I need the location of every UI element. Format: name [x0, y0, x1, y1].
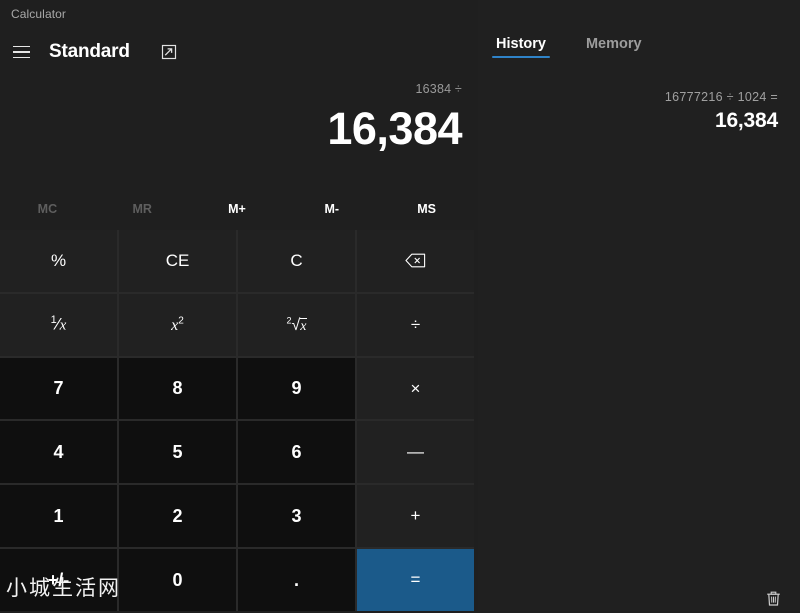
history-list: 16777216 ÷ 1024 = 16,384	[478, 84, 800, 146]
keypad: % CE C 1⁄x x2 2√x ÷ 7 8 9 × 4 5 6 — 1 2 …	[0, 230, 474, 611]
memory-add-button[interactable]: M+	[190, 192, 285, 226]
digit-6-button[interactable]: 6	[238, 421, 355, 484]
digit-9-label: 9	[291, 378, 302, 399]
backspace-icon	[405, 254, 426, 268]
display-expression: 16384 ÷	[415, 82, 462, 96]
digit-4-label: 4	[53, 441, 64, 462]
history-memory-tabs: History Memory	[478, 36, 800, 68]
square-button[interactable]: x2	[119, 293, 236, 356]
tab-history[interactable]: History	[492, 36, 550, 58]
negate-label: +/-	[47, 569, 70, 590]
multiply-button[interactable]: ×	[357, 357, 474, 420]
digit-0-label: 0	[172, 569, 183, 590]
history-item[interactable]: 16777216 ÷ 1024 = 16,384	[486, 84, 784, 146]
history-panel: History Memory 16777216 ÷ 1024 = 16,384	[478, 0, 800, 611]
digit-8-label: 8	[172, 378, 183, 399]
memory-recall-button[interactable]: MR	[95, 192, 190, 226]
negate-button[interactable]: +/-	[0, 549, 117, 611]
calculator-display: 16384 ÷ 16,384	[0, 72, 478, 182]
memory-subtract-button[interactable]: M-	[284, 192, 379, 226]
memory-clear-button[interactable]: MC	[0, 192, 95, 226]
digit-5-button[interactable]: 5	[119, 421, 236, 484]
digit-2-label: 2	[172, 505, 183, 526]
subtract-label: —	[407, 442, 424, 462]
digit-4-button[interactable]: 4	[0, 421, 117, 484]
history-item-result: 16,384	[714, 109, 778, 132]
digit-7-label: 7	[53, 378, 64, 399]
divide-button[interactable]: ÷	[357, 293, 474, 356]
digit-5-label: 5	[172, 441, 183, 462]
reciprocal-label: 1⁄x	[50, 314, 67, 335]
subtract-button[interactable]: —	[357, 421, 474, 484]
keep-on-top-icon	[161, 44, 176, 60]
clear-label: C	[290, 250, 303, 270]
window-title: Calculator	[11, 7, 67, 21]
reciprocal-button[interactable]: 1⁄x	[0, 293, 117, 356]
digit-7-button[interactable]: 7	[0, 357, 117, 420]
decimal-label: .	[293, 569, 299, 590]
trash-icon	[766, 591, 780, 606]
digit-1-label: 1	[53, 505, 64, 526]
tab-memory[interactable]: Memory	[582, 36, 646, 58]
memory-store-button[interactable]: MS	[379, 192, 474, 226]
digit-9-button[interactable]: 9	[238, 357, 355, 420]
keep-on-top-button[interactable]	[152, 36, 186, 68]
equals-label: =	[410, 570, 421, 590]
add-label: +	[410, 506, 421, 526]
clear-entry-button[interactable]: CE	[119, 230, 236, 292]
clear-entry-label: CE	[165, 250, 190, 270]
app-header: Standard	[0, 32, 478, 72]
digit-0-button[interactable]: 0	[119, 549, 236, 611]
digit-2-button[interactable]: 2	[119, 485, 236, 548]
square-root-label: 2√x	[286, 315, 307, 334]
clear-button[interactable]: C	[238, 230, 355, 292]
memory-buttons-row: MC MR M+ M- MS	[0, 192, 474, 226]
add-button[interactable]: +	[357, 485, 474, 548]
digit-3-label: 3	[291, 505, 302, 526]
decimal-button[interactable]: .	[238, 549, 355, 611]
percent-label: %	[50, 250, 67, 270]
page-title: Standard	[49, 41, 130, 62]
history-item-expression: 16777216 ÷ 1024 =	[664, 90, 778, 104]
navigation-menu-button[interactable]	[1, 34, 41, 70]
square-root-button[interactable]: 2√x	[238, 293, 355, 356]
equals-button[interactable]: =	[357, 549, 474, 611]
digit-1-button[interactable]: 1	[0, 485, 117, 548]
percent-button[interactable]: %	[0, 230, 117, 292]
clear-history-button[interactable]	[756, 583, 790, 613]
display-result[interactable]: 16,384	[0, 100, 462, 158]
multiply-label: ×	[410, 378, 421, 398]
square-label: x2	[171, 315, 184, 334]
divide-label: ÷	[410, 314, 421, 334]
digit-6-label: 6	[291, 441, 302, 462]
hamburger-menu-icon	[12, 46, 30, 58]
digit-8-button[interactable]: 8	[119, 357, 236, 420]
backspace-button[interactable]	[357, 230, 474, 292]
digit-3-button[interactable]: 3	[238, 485, 355, 548]
